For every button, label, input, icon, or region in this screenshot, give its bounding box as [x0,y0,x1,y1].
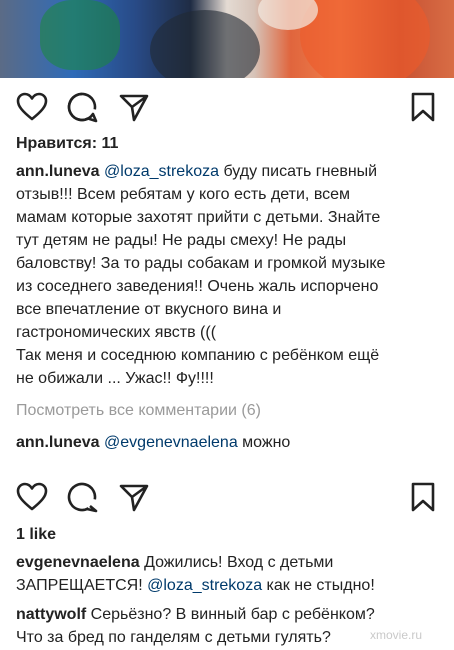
comment-line: evgenevnaelena Дожились! Вход с детьми [16,551,446,574]
comment-mention[interactable]: @evgenevnaelena [104,434,238,451]
caption-line: тут детям не рады! Не рады смеху! Не рад… [16,232,347,249]
comment-mention[interactable]: @loza_strekoza [147,577,262,594]
comment-text: Дожились! Вход с детьми [139,554,334,571]
watermark: xmovie.ru [370,628,423,642]
comment: nattywolf Серьёзно? В винный бар с ребён… [16,603,446,649]
bookmark-icon[interactable] [410,482,436,512]
post-photo[interactable] [0,0,454,78]
comment-username[interactable]: evgenevnaelena [16,554,140,571]
comment: ann.luneva @evgenevnaelena можно [16,431,446,454]
caption-text: буду писать гневный [219,163,378,180]
comment-line: ЗАПРЕЩАЕТСЯ! @loza_strekoza как не стыдн… [16,574,446,597]
comment-username[interactable]: nattywolf [16,606,86,623]
caption-line: ann.luneva @loza_strekoza буду писать гн… [16,160,446,183]
caption-mention[interactable]: @loza_strekoza [104,163,219,180]
caption-line: все впечатление от вкусного вина и [16,301,282,318]
caption-line: гастрономических явств ((( [16,324,217,341]
caption-line: Так меня и соседнюю компанию с ребёнком … [16,347,380,364]
heart-icon[interactable] [16,92,48,122]
comment-line: nattywolf Серьёзно? В винный бар с ребён… [16,603,446,626]
caption-line: баловству! За то рады собакам и громкой … [16,255,386,272]
post-actions [0,478,454,513]
view-all-comments-link[interactable]: Посмотреть все комментарии (6) [16,402,261,420]
comment-icon[interactable] [66,91,98,123]
comment-username[interactable]: ann.luneva [16,434,100,451]
photo-shape [40,0,120,70]
caption-line: из соседнего заведения!! Очень жаль испо… [16,278,379,295]
comment-text: можно [237,434,291,451]
post-actions [0,88,454,123]
direct-share-icon[interactable] [118,482,150,512]
caption-username[interactable]: ann.luneva [16,163,100,180]
bookmark-icon[interactable] [410,92,436,122]
caption-line: не обижали ... Ужас!! Фу!!!! [16,370,214,387]
comment-text: ЗАПРЕЩАЕТСЯ! [16,577,148,594]
caption-line: отзыв!!! Всем ребятам у кого есть дети, … [16,186,351,203]
caption-line: мамам которые захотят прийти с детьми. З… [16,209,381,226]
heart-icon[interactable] [16,482,48,512]
photo-shape [300,0,430,78]
comment-text: Серьёзно? В винный бар с ребёнком? [86,606,375,623]
comment-text: как не стыдно! [262,577,375,594]
comment-icon[interactable] [66,481,98,513]
post-caption: ann.luneva @loza_strekoza буду писать гн… [16,160,446,390]
direct-share-icon[interactable] [118,92,150,122]
photo-shape [150,10,260,78]
comment: evgenevnaelena Дожились! Вход с детьми З… [16,551,446,597]
like-count[interactable]: 1 like [16,526,56,544]
like-count[interactable]: Нравится: 11 [16,135,118,153]
